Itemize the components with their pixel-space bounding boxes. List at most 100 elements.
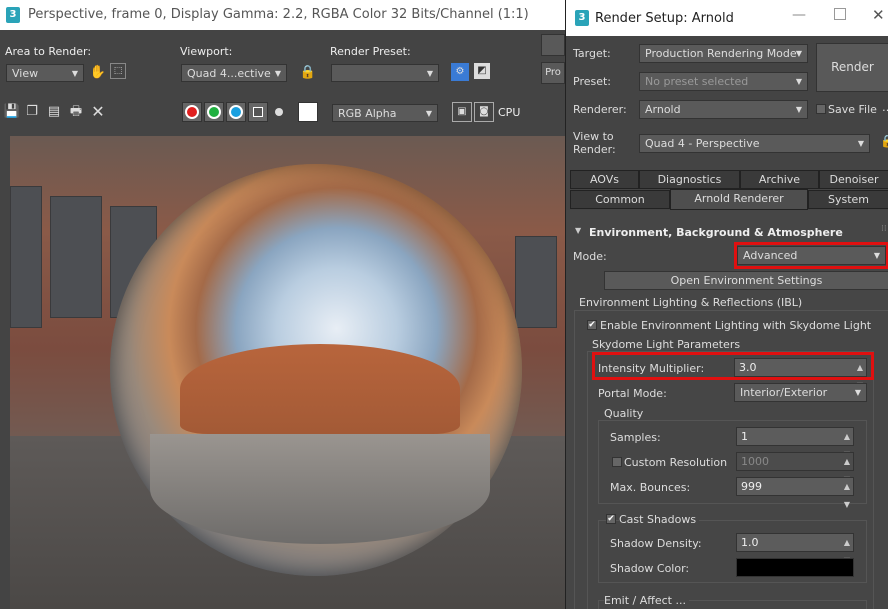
- render-device-icon[interactable]: ◙: [474, 102, 494, 122]
- tab-common[interactable]: Common: [570, 190, 670, 209]
- chevron-down-icon: ▼: [795, 49, 802, 58]
- render-button[interactable]: Render: [816, 43, 888, 92]
- renderer-value: Arnold: [645, 103, 681, 116]
- render-preset-dropdown[interactable]: ▼: [331, 64, 439, 82]
- section-title[interactable]: Environment, Background & Atmosphere: [589, 226, 843, 239]
- mode-value: Advanced: [743, 249, 798, 262]
- maximize-icon[interactable]: [834, 8, 846, 20]
- alpha-channel-button[interactable]: [248, 102, 268, 122]
- target-dropdown[interactable]: Production Rendering Mode ▼: [639, 44, 808, 63]
- chrome-sphere-image: [110, 164, 522, 576]
- production-button[interactable]: Pro: [541, 62, 565, 84]
- print-image-icon[interactable]: 🖶: [66, 102, 86, 122]
- chevron-down-icon: ▼: [71, 69, 78, 78]
- monochrome-icon[interactable]: [275, 108, 283, 116]
- target-value: Production Rendering Mode: [645, 47, 797, 60]
- blue-channel-button[interactable]: [226, 102, 246, 122]
- shadow-density-input[interactable]: 1.0▲▼: [736, 533, 854, 565]
- custom-resolution-label: Custom Resolution: [624, 456, 728, 469]
- open-environment-settings-button[interactable]: Open Environment Settings: [604, 271, 888, 290]
- view-to-render-dropdown[interactable]: Quad 4 - Perspective ▼: [639, 134, 870, 153]
- render-setup-titlebar: 3 Render Setup: Arnold — ✕: [566, 0, 888, 36]
- preset-dropdown[interactable]: No preset selected ▼: [639, 72, 808, 91]
- shadow-color-swatch[interactable]: [736, 558, 854, 577]
- tab-arnold-renderer[interactable]: Arnold Renderer: [670, 189, 808, 210]
- samples-label: Samples:: [610, 431, 661, 444]
- chevron-down-icon: ▼: [873, 251, 880, 260]
- render-setup-icon[interactable]: ⚙: [451, 63, 469, 81]
- tab-denoiser[interactable]: Denoiser: [819, 170, 888, 189]
- max-bounces-input[interactable]: 999 ▲ ▼: [736, 477, 854, 509]
- intensity-multiplier-input[interactable]: 3.0▲▼: [734, 358, 867, 390]
- area-to-render-dropdown[interactable]: View ▼: [6, 64, 84, 82]
- chevron-down-icon: ▼: [274, 69, 281, 78]
- clone-window-icon[interactable]: ▤: [44, 102, 64, 122]
- chevron-down-icon: ▼: [426, 69, 433, 78]
- renderer-label: Renderer:: [573, 103, 627, 116]
- custom-resolution-input[interactable]: 1000▲▼: [736, 452, 854, 484]
- tab-aovs[interactable]: AOVs: [570, 170, 639, 189]
- region-select-icon[interactable]: ⬚: [110, 63, 126, 79]
- portal-mode-dropdown[interactable]: Interior/Exterior ▼: [734, 383, 867, 402]
- renderer-dropdown[interactable]: Arnold ▼: [639, 100, 808, 119]
- samples-input[interactable]: 1▲▼: [736, 427, 854, 459]
- max-bounces-label: Max. Bounces:: [610, 481, 691, 494]
- display-channel-value: RGB Alpha: [338, 107, 397, 120]
- building-window-image: [515, 236, 557, 328]
- partial-render-button[interactable]: [541, 34, 565, 56]
- render-setup-title: Render Setup: Arnold: [595, 11, 734, 26]
- more-icon[interactable]: …: [882, 101, 888, 114]
- reflected-building-image: [180, 344, 460, 434]
- alpha-channel-icon: [253, 107, 263, 117]
- production-button-label: Pro: [545, 67, 561, 78]
- mode-dropdown[interactable]: Advanced ▼: [737, 246, 886, 265]
- tab-label: AOVs: [589, 173, 620, 186]
- preset-label: Preset:: [573, 75, 612, 88]
- tab-system[interactable]: System: [808, 190, 888, 209]
- save-file-checkbox[interactable]: [816, 104, 826, 114]
- green-channel-button[interactable]: [204, 102, 224, 122]
- spinner-arrows-icon[interactable]: ▲▼: [844, 478, 850, 514]
- color-swatch[interactable]: [298, 102, 318, 122]
- green-channel-icon: [207, 105, 221, 119]
- area-to-render-value: View: [12, 67, 39, 80]
- drag-handle-icon[interactable]: ⁞⁞: [881, 224, 887, 234]
- minimize-icon[interactable]: —: [792, 7, 806, 23]
- save-file-label: Save File: [828, 103, 877, 116]
- chevron-down-icon: ▼: [425, 109, 432, 118]
- save-image-icon[interactable]: 💾: [2, 102, 22, 122]
- display-channel-dropdown[interactable]: RGB Alpha ▼: [332, 104, 438, 122]
- copy-image-icon[interactable]: ❐: [22, 102, 42, 122]
- cast-shadows-label: Cast Shadows: [619, 513, 700, 526]
- frame-window-titlebar: 3 Perspective, frame 0, Display Gamma: 2…: [0, 0, 565, 30]
- viewport-dropdown[interactable]: Quad 4...ective ▼: [181, 64, 287, 82]
- enable-env-lighting-checkbox[interactable]: ✔: [587, 320, 597, 330]
- lock-icon[interactable]: 🔒: [880, 134, 888, 148]
- environment-icon[interactable]: ◩: [474, 63, 490, 79]
- pan-hand-icon[interactable]: ✋: [88, 63, 108, 83]
- max-bounces-value: 999: [741, 480, 762, 493]
- viewport-value: Quad 4...ective: [187, 67, 271, 80]
- samples-value: 1: [741, 430, 748, 443]
- chevron-down-icon: ▼: [795, 77, 802, 86]
- render-viewport[interactable]: [10, 136, 565, 609]
- tab-label: Arnold Renderer: [694, 192, 784, 205]
- render-setup-window: 3 Render Setup: Arnold — ✕ Target: Produ…: [565, 0, 888, 609]
- red-channel-icon: [185, 105, 199, 119]
- lock-icon[interactable]: 🔒: [298, 63, 318, 83]
- target-label: Target:: [573, 47, 611, 60]
- reflected-ground-image: [150, 434, 490, 544]
- chevron-down-icon: ▼: [854, 388, 861, 397]
- red-channel-button[interactable]: [182, 102, 202, 122]
- tab-label: System: [827, 193, 870, 206]
- tab-archive[interactable]: Archive: [740, 170, 819, 189]
- custom-resolution-checkbox[interactable]: [612, 457, 622, 467]
- building-window-image: [50, 196, 102, 318]
- close-icon[interactable]: ✕: [872, 6, 885, 24]
- clear-close-icon[interactable]: ✕: [88, 102, 108, 122]
- tab-diagnostics[interactable]: Diagnostics: [639, 170, 740, 189]
- cast-shadows-checkbox[interactable]: ✔: [606, 514, 616, 524]
- toggle-ui-icon[interactable]: ▣: [452, 102, 472, 122]
- render-preset-label: Render Preset:: [330, 45, 411, 58]
- collapse-arrow-icon[interactable]: ▼: [575, 226, 581, 235]
